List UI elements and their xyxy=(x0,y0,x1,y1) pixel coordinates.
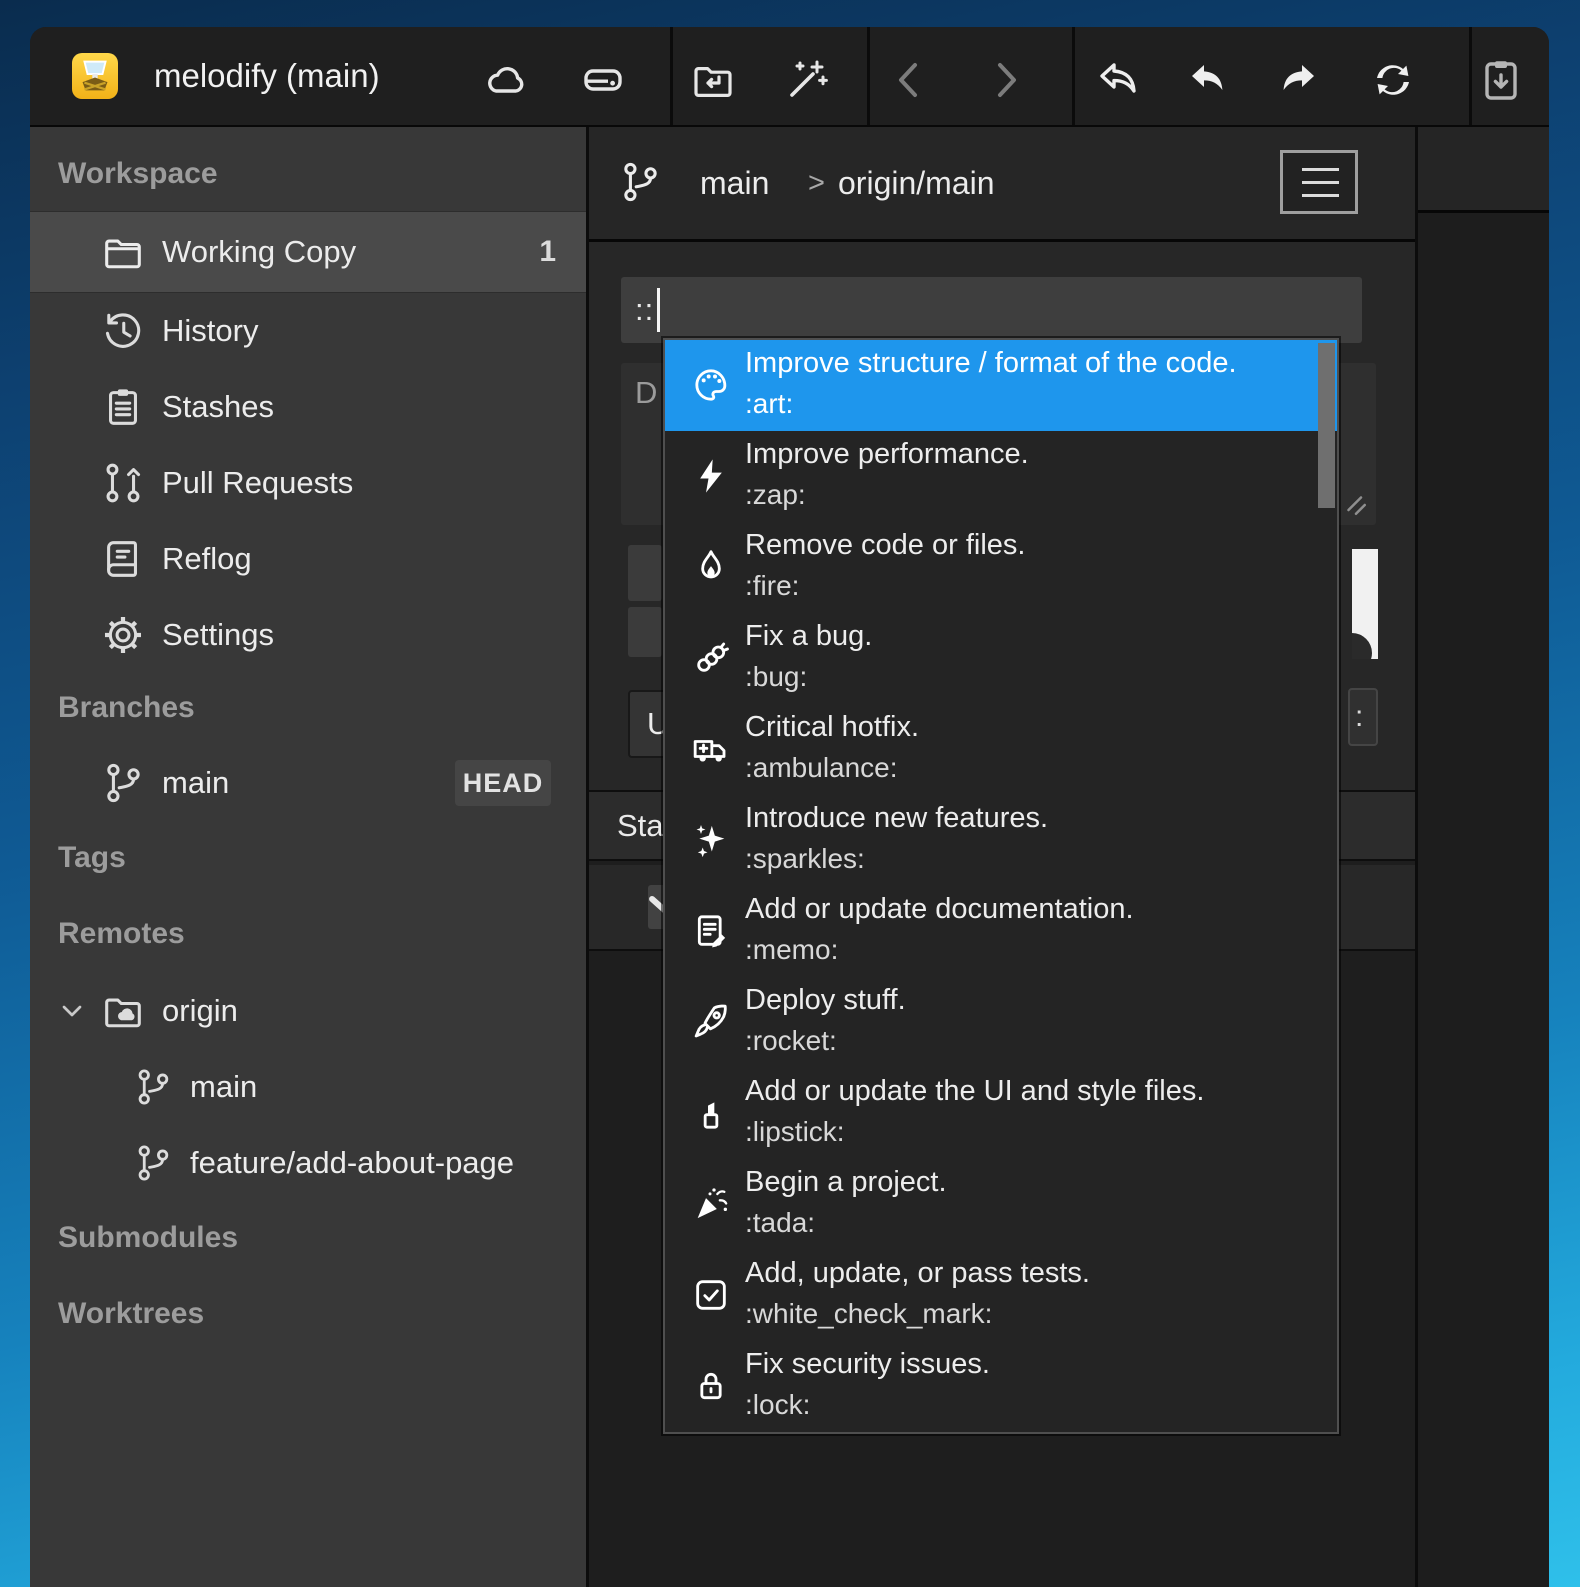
clipboard-icon xyxy=(100,384,146,430)
sidebar-section-submodules: Submodules xyxy=(58,1221,238,1255)
head-badge: HEAD xyxy=(455,760,551,806)
autocomplete-item[interactable]: Add or update the UI and style files. :l… xyxy=(665,1068,1337,1159)
history-icon xyxy=(100,308,146,354)
sidebar-section-workspace: Workspace xyxy=(58,157,218,191)
sparkles-icon xyxy=(691,820,731,860)
sidebar-item-history[interactable]: History xyxy=(30,293,586,369)
pull-arrow-icon[interactable] xyxy=(1095,56,1143,104)
autocomplete-item[interactable]: Remove code or files. :fire: xyxy=(665,522,1337,613)
toolbar-separator xyxy=(867,27,870,125)
branch-icon xyxy=(100,760,146,806)
sidebar-section-worktrees: Worktrees xyxy=(58,1297,204,1331)
emoji-autocomplete-popup: Improve structure / format of the code. … xyxy=(663,338,1339,1434)
sidebar-item-stashes[interactable]: Stashes xyxy=(30,369,586,445)
commit-button-fragment[interactable]: : xyxy=(1348,688,1378,746)
book-icon xyxy=(100,536,146,582)
sync-arrows-icon[interactable] xyxy=(1369,56,1417,104)
toolbar-separator xyxy=(1469,27,1472,125)
autocomplete-item[interactable]: Improve performance. :zap: xyxy=(665,431,1337,522)
sidebar-item-remote-branch-feature[interactable]: feature/add-about-page xyxy=(30,1125,586,1201)
autocomplete-item[interactable]: Add, update, or pass tests. :white_check… xyxy=(665,1250,1337,1341)
branch-icon xyxy=(132,1142,174,1184)
breadcrumb-upstream[interactable]: origin/main xyxy=(838,127,995,239)
redo-arrow-icon[interactable] xyxy=(1274,56,1322,104)
text-caret xyxy=(657,288,660,332)
memo-icon xyxy=(691,911,731,951)
commit-option-row-fragment[interactable] xyxy=(628,545,662,601)
sidebar-item-working-copy[interactable]: Working Copy 1 xyxy=(30,211,586,293)
tada-icon xyxy=(691,1184,731,1224)
detail-pane xyxy=(1418,127,1549,1587)
window-title: melodify (main) xyxy=(154,27,380,125)
sidebar-item-settings[interactable]: Settings xyxy=(30,597,586,673)
autocomplete-item[interactable]: Improve structure / format of the code. … xyxy=(665,340,1337,431)
autocomplete-item[interactable]: Critical hotfix. :ambulance: xyxy=(665,704,1337,795)
sidebar-item-remote-origin[interactable]: origin xyxy=(30,973,586,1049)
fire-icon xyxy=(691,547,731,587)
autocomplete-item[interactable]: Add or update documentation. :memo: xyxy=(665,886,1337,977)
chevron-down-icon[interactable] xyxy=(56,995,88,1027)
sidebar-item-branch-main[interactable]: main HEAD xyxy=(30,745,586,821)
autocomplete-item[interactable]: Begin a project. :tada: xyxy=(665,1159,1337,1250)
dropdown-scrollbar-thumb[interactable] xyxy=(1318,343,1335,508)
lipstick-icon xyxy=(691,1093,731,1133)
sidebar-item-pull-requests[interactable]: Pull Requests xyxy=(30,445,586,521)
sidebar-item-reflog[interactable]: Reflog xyxy=(30,521,586,597)
commit-option-row-fragment[interactable] xyxy=(628,607,662,657)
sidebar-section-tags: Tags xyxy=(58,841,126,875)
cloud-icon[interactable] xyxy=(482,56,530,104)
palette-icon xyxy=(691,365,731,405)
autocomplete-item[interactable]: Fix a bug. :bug: xyxy=(665,613,1337,704)
lock-icon xyxy=(691,1366,731,1406)
autocomplete-item[interactable]: Deploy stuff. :rocket: xyxy=(665,977,1337,1068)
branch-icon xyxy=(617,159,663,205)
folder-cloud-icon xyxy=(100,988,146,1034)
pull-request-icon xyxy=(100,460,146,506)
sidebar-section-branches: Branches xyxy=(58,691,195,725)
folder-return-icon[interactable] xyxy=(689,56,737,104)
bug-icon xyxy=(691,638,731,678)
sidebar: Workspace Working Copy 1 History Stashes… xyxy=(30,127,589,1587)
forward-icon[interactable] xyxy=(981,56,1029,104)
app-logo-icon xyxy=(72,53,118,99)
sidebar-item-remote-branch-main[interactable]: main xyxy=(30,1049,586,1125)
detail-pane-header xyxy=(1418,127,1549,213)
folder-icon xyxy=(100,229,146,275)
toolbar-separator xyxy=(670,27,673,125)
toolbar-separator xyxy=(1072,27,1075,125)
autocomplete-item[interactable]: Fix security issues. :lock: xyxy=(665,1341,1337,1432)
rocket-icon xyxy=(691,1002,731,1042)
check-box-icon xyxy=(691,1275,731,1315)
undo-arrow-icon[interactable] xyxy=(1184,56,1232,104)
resize-grip-icon[interactable] xyxy=(1341,490,1371,520)
autocomplete-item[interactable]: Introduce new features. :sparkles: xyxy=(665,795,1337,886)
ambulance-icon xyxy=(691,729,731,769)
sidebar-section-remotes: Remotes xyxy=(58,917,185,951)
sidebar-item-label: Working Copy xyxy=(162,234,356,270)
change-count-badge: 1 xyxy=(539,235,556,269)
hard-drive-icon[interactable] xyxy=(579,56,627,104)
autocomplete-list: Improve structure / format of the code. … xyxy=(665,340,1337,1432)
back-icon[interactable] xyxy=(886,56,934,104)
app-window: melodify (main) xyxy=(30,27,1549,1587)
breadcrumb-branch[interactable]: main xyxy=(700,127,769,239)
partially-covered-white-element xyxy=(1352,549,1378,659)
branch-icon xyxy=(132,1066,174,1108)
clipboard-download-icon[interactable] xyxy=(1477,56,1525,104)
breadcrumb-separator: > xyxy=(808,127,825,239)
magic-wand-icon[interactable] xyxy=(783,56,831,104)
branch-header-bar: main > origin/main xyxy=(589,127,1415,242)
gear-icon xyxy=(100,612,146,658)
commit-summary-input[interactable]: :: xyxy=(621,277,1362,343)
hamburger-menu-button[interactable] xyxy=(1280,150,1358,214)
titlebar: melodify (main) xyxy=(30,27,1549,127)
zap-icon xyxy=(691,456,731,496)
